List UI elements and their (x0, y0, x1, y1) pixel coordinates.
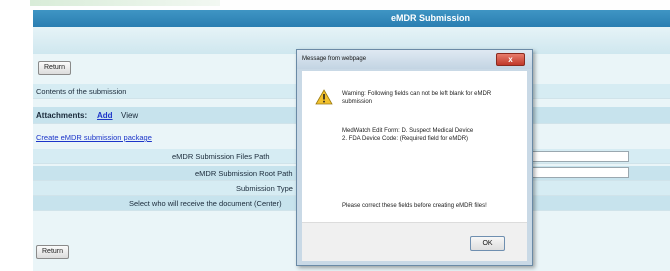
return-button-bottom[interactable]: Return (36, 245, 70, 259)
dialog-close-button[interactable]: x (496, 53, 525, 66)
contents-label: Contents of the submission (36, 87, 127, 96)
detail-text-line1: MedWatch Edit Form: D. Suspect Medical D… (342, 128, 474, 134)
warning-text-line1: Warning: Following fields can not be lef… (342, 91, 492, 97)
top-strip-decoration (30, 0, 220, 6)
files-path-label: eMDR Submission Files Path (172, 152, 270, 161)
dialog-footer: OK (302, 222, 527, 261)
message-dialog: Message from webpage x Warning: Followin… (296, 49, 533, 266)
attachments-view-link[interactable]: View (121, 111, 138, 120)
create-package-link[interactable]: Create eMDR submission package (36, 133, 152, 142)
dialog-body: Warning: Following fields can not be lef… (302, 71, 527, 222)
warning-text-line2: submission (342, 99, 373, 105)
files-path-input[interactable] (530, 151, 629, 162)
center-label: Select who will receive the document (Ce… (129, 199, 282, 208)
attachments-add-link[interactable]: Add (97, 111, 113, 120)
root-path-label: eMDR Submission Root Path (195, 169, 293, 178)
root-path-input[interactable] (530, 167, 629, 178)
close-icon: x (508, 55, 513, 64)
warning-icon (315, 89, 333, 105)
dialog-title: Message from webpage (302, 56, 367, 62)
ok-button[interactable]: OK (470, 236, 505, 251)
top-strip (0, 0, 670, 10)
detail-text-line2: 2. FDA Device Code: (Required field for … (342, 136, 469, 142)
page-title: eMDR Submission (391, 13, 471, 23)
submission-type-label: Submission Type (236, 184, 293, 193)
attachments-label: Attachments: (36, 111, 88, 120)
page-header: eMDR Submission (33, 10, 670, 27)
return-button-top[interactable]: Return (38, 61, 72, 75)
instruction-text: Please correct these fields before creat… (342, 203, 487, 209)
dialog-titlebar: Message from webpage x (297, 50, 532, 69)
